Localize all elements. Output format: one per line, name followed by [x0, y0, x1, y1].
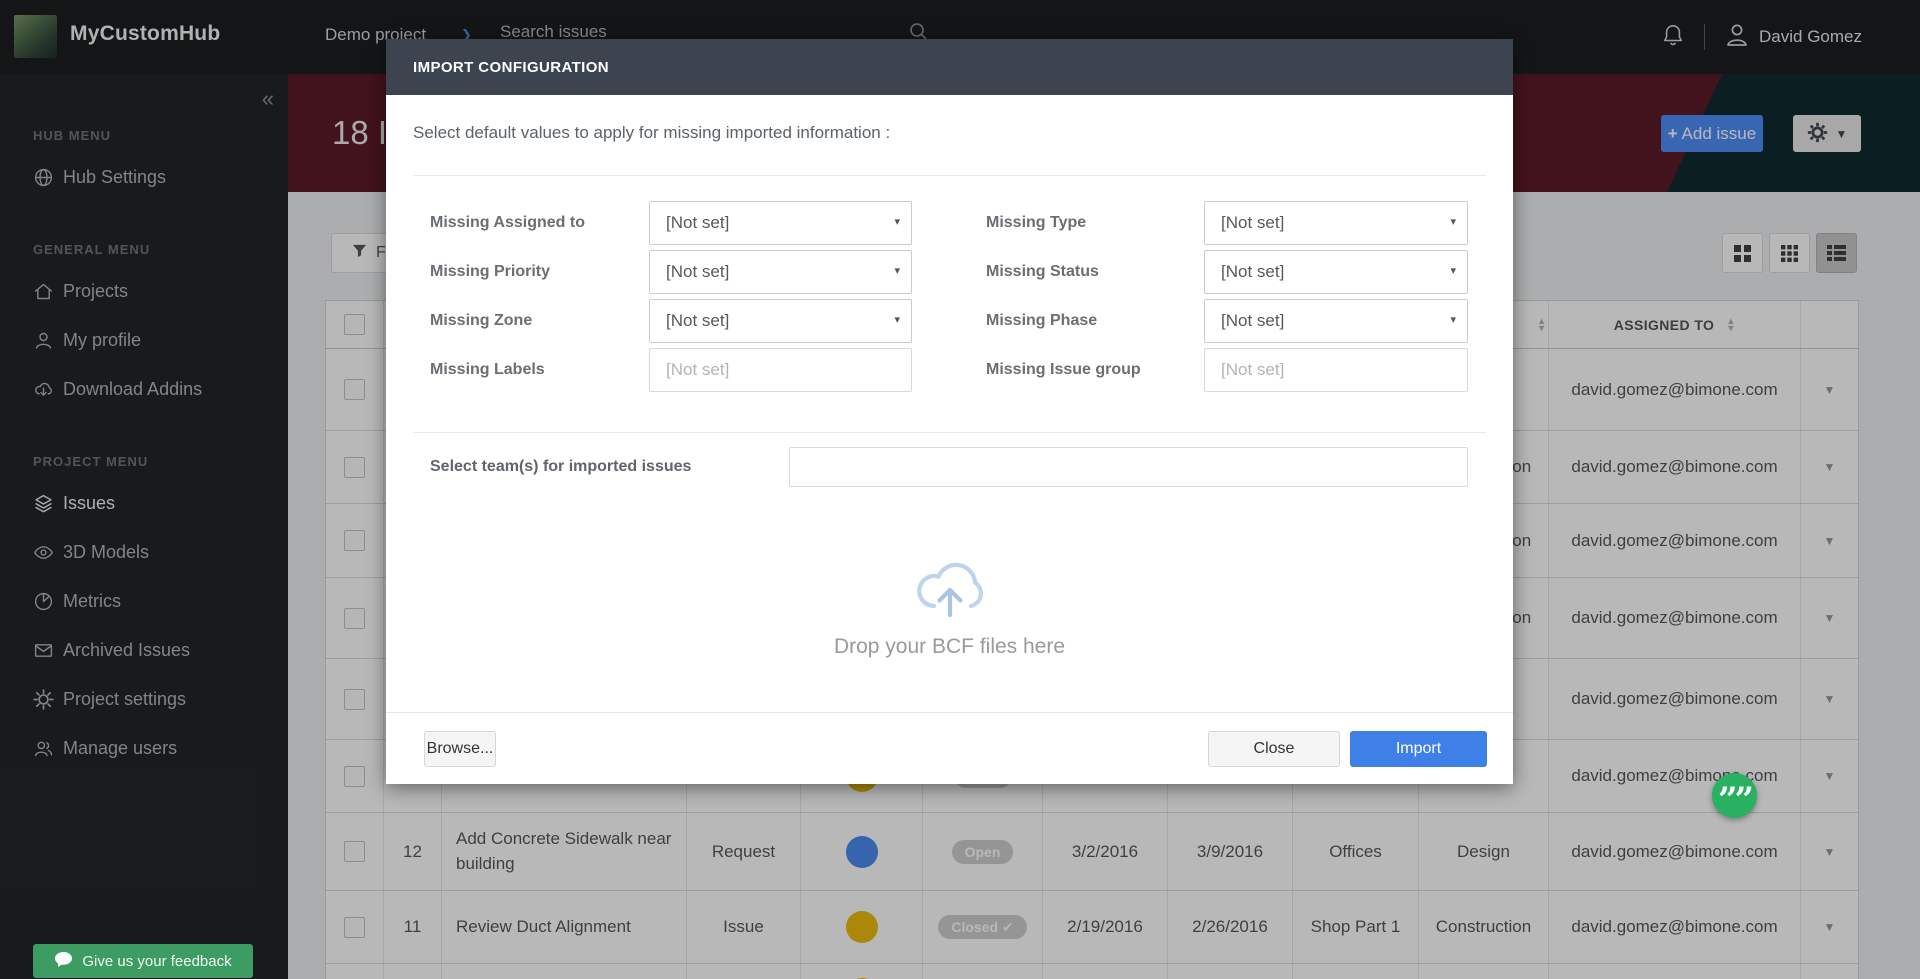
chevron-down-icon: ▾	[894, 216, 900, 228]
missing-status-select[interactable]: [Not set] ▾	[1204, 250, 1468, 294]
quote-icon: ””	[1717, 780, 1754, 820]
divider	[413, 432, 1486, 433]
import-button[interactable]: Import	[1350, 730, 1487, 767]
missing-zone-select[interactable]: [Not set] ▾	[649, 299, 912, 343]
form-row: Missing Priority [Not set] ▾	[430, 250, 912, 294]
chevron-down-icon: ▾	[1450, 314, 1456, 326]
missing-assigned-to-label: Missing Assigned to	[430, 214, 585, 231]
team-select-row: Select team(s) for imported issues	[430, 447, 1468, 487]
missing-priority-label: Missing Priority	[430, 263, 551, 280]
feedback-label: Give us your feedback	[82, 952, 232, 970]
form-row: Missing Type [Not set] ▾	[986, 201, 1468, 245]
missing-zone-label: Missing Zone	[430, 312, 533, 329]
missing-issue-group-label: Missing Issue group	[986, 361, 1141, 378]
chevron-down-icon: ▾	[1450, 216, 1456, 228]
team-select-label: Select team(s) for imported issues	[430, 458, 692, 475]
form-row: Missing Assigned to [Not set] ▾	[430, 201, 912, 245]
missing-labels-input[interactable]	[649, 348, 912, 392]
modal-title: IMPORT CONFIGURATION	[413, 58, 610, 76]
form-row: Missing Phase [Not set] ▾	[986, 299, 1468, 343]
missing-phase-label: Missing Phase	[986, 312, 1098, 329]
form-right: Missing Type [Not set] ▾ Missing Status […	[986, 201, 1468, 397]
missing-priority-select[interactable]: [Not set] ▾	[649, 250, 912, 294]
form-left: Missing Assigned to [Not set] ▾ Missing P…	[430, 201, 912, 397]
missing-type-label: Missing Type	[986, 214, 1087, 231]
import-configuration-modal: IMPORT CONFIGURATION Select default valu…	[386, 39, 1513, 784]
feedback-button[interactable]: Give us your feedback	[33, 944, 253, 978]
missing-assigned-to-select[interactable]: [Not set] ▾	[649, 201, 912, 245]
speech-bubble-icon	[54, 951, 73, 972]
divider	[413, 175, 1486, 176]
modal-header: IMPORT CONFIGURATION	[386, 39, 1513, 95]
missing-phase-select[interactable]: [Not set] ▾	[1204, 299, 1468, 343]
chevron-down-icon: ▾	[894, 265, 900, 277]
bcf-dropzone[interactable]: Drop your BCF files here	[386, 511, 1513, 701]
missing-labels-label: Missing Labels	[430, 361, 545, 378]
form-row: Missing Status [Not set] ▾	[986, 250, 1468, 294]
form-row: Missing Issue group	[986, 348, 1468, 392]
close-button[interactable]: Close	[1208, 730, 1340, 767]
browse-button[interactable]: Browse...	[424, 730, 496, 767]
chevron-down-icon: ▾	[1450, 265, 1456, 277]
missing-type-select[interactable]: [Not set] ▾	[1204, 201, 1468, 245]
chevron-down-icon: ▾	[894, 314, 900, 326]
feedback-fab[interactable]: ””	[1712, 773, 1757, 818]
cloud-upload-icon	[910, 554, 990, 623]
team-select-input[interactable]	[789, 447, 1468, 487]
modal-footer: Browse... Close Import	[386, 712, 1513, 784]
form-row: Missing Zone [Not set] ▾	[430, 299, 912, 343]
dropzone-label: Drop your BCF files here	[833, 634, 1066, 658]
missing-issue-group-input[interactable]	[1204, 348, 1468, 392]
missing-status-label: Missing Status	[986, 263, 1099, 280]
modal-subtitle: Select default values to apply for missi…	[413, 123, 891, 142]
form-row: Missing Labels	[430, 348, 912, 392]
